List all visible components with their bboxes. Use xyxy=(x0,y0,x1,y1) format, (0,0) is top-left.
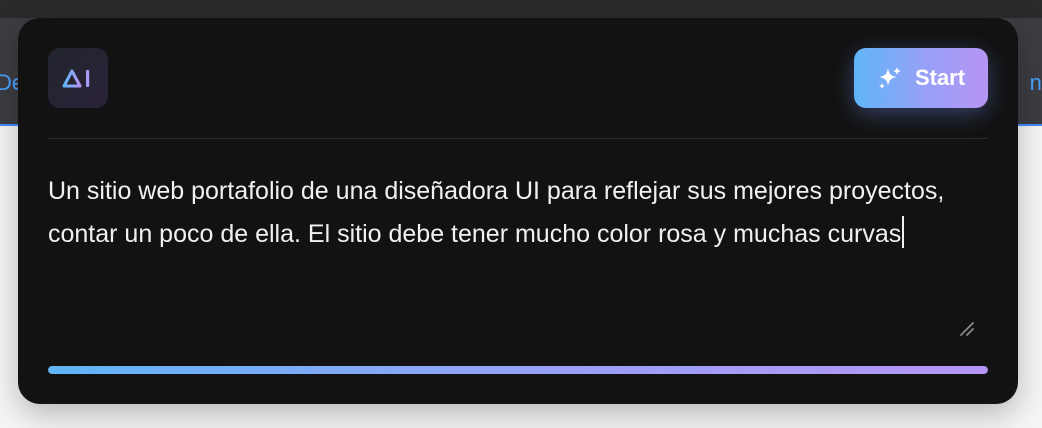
sparkle-icon xyxy=(877,65,903,91)
progress-bar-fill xyxy=(48,366,988,374)
background-top-bar xyxy=(0,0,1042,18)
prompt-text-value: Un sitio web portafolio de una diseñador… xyxy=(48,177,952,248)
resize-handle-icon[interactable] xyxy=(958,320,976,338)
ai-logo-icon xyxy=(48,48,108,108)
start-button-label: Start xyxy=(914,65,966,90)
text-cursor xyxy=(902,216,905,248)
progress-bar xyxy=(48,366,988,374)
prompt-textarea[interactable]: Un sitio web portafolio de una diseñador… xyxy=(48,170,988,256)
background-nav-link-right[interactable]: nt xyxy=(1030,70,1042,96)
start-button[interactable]: Start xyxy=(854,48,988,108)
header-divider xyxy=(48,138,988,139)
ai-prompt-modal: Start Un sitio web portafolio de una dis… xyxy=(18,18,1018,404)
